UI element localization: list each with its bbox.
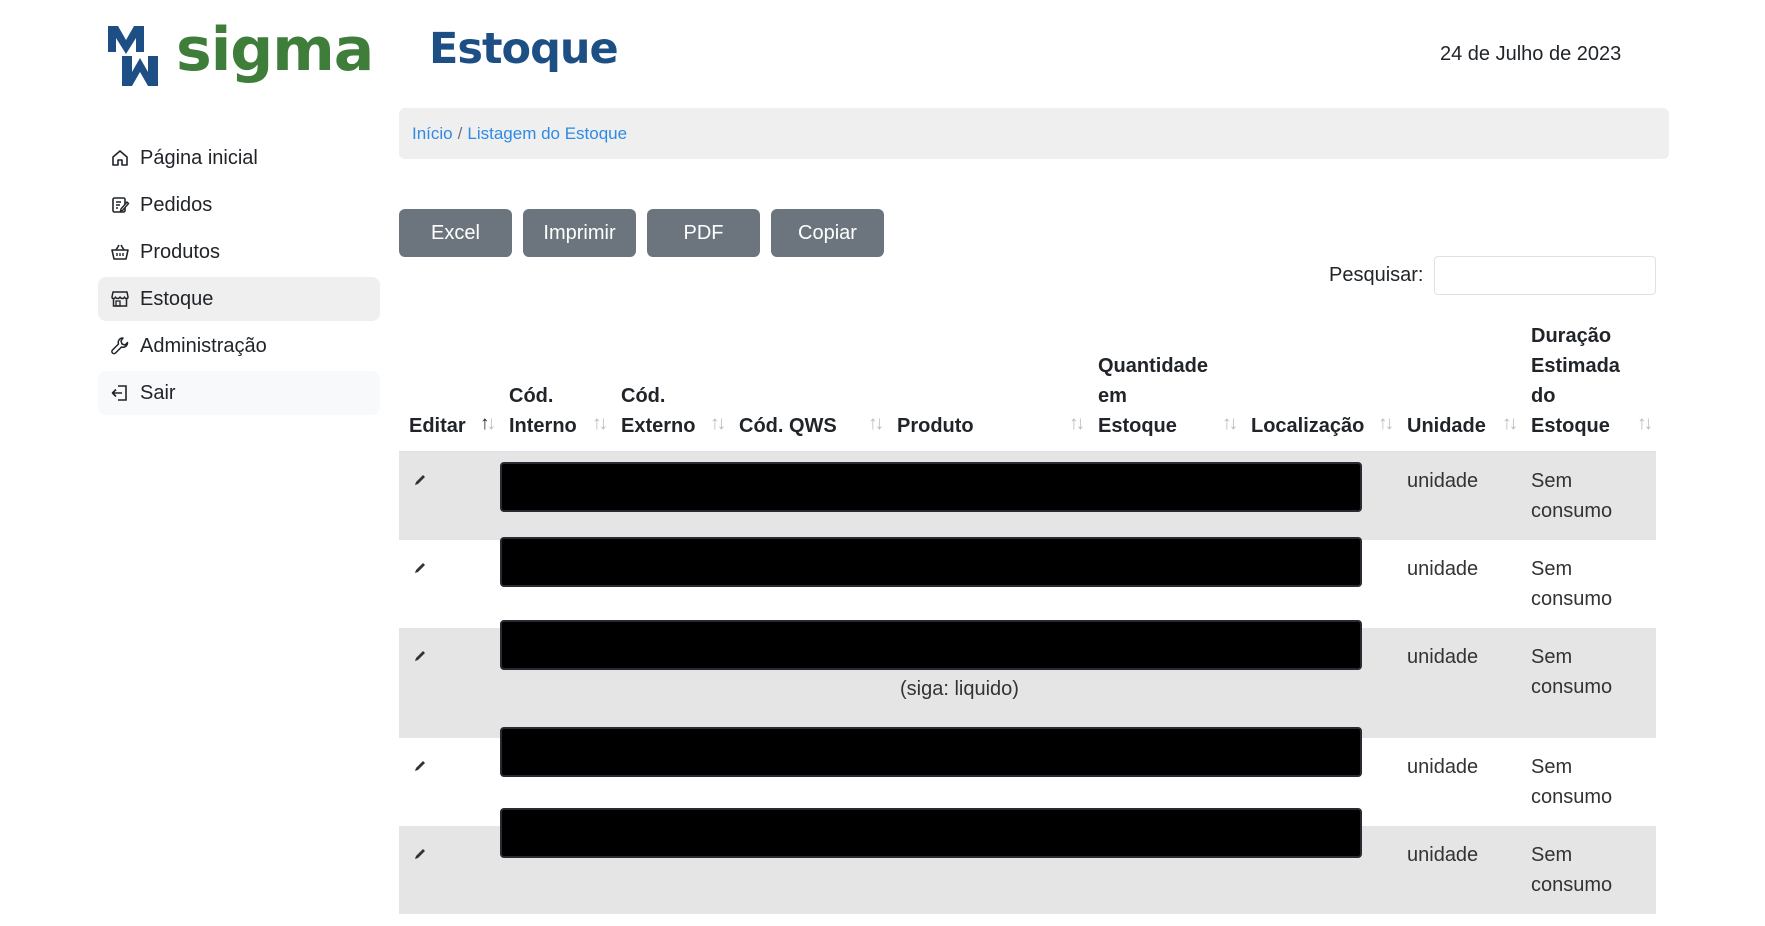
excel-button[interactable]: Excel [399, 209, 512, 257]
pdf-button[interactable]: PDF [647, 209, 760, 257]
pencil-icon[interactable] [413, 554, 429, 573]
redaction-bar [500, 537, 1362, 587]
sidebar-item-orders[interactable]: Pedidos [98, 183, 380, 227]
sort-icon: ↑↓ [1637, 413, 1653, 434]
breadcrumb: Início / Listagem do Estoque [399, 108, 1669, 159]
sort-icon: ↑↓ [710, 413, 726, 434]
logo-mark-icon [108, 26, 158, 86]
logo-wordmark: sigma [176, 15, 374, 85]
sidebar-item-stock[interactable]: Estoque [98, 277, 380, 321]
edit-cell [399, 628, 499, 738]
redaction-bar [500, 462, 1362, 512]
copy-button[interactable]: Copiar [771, 209, 884, 257]
sort-icon: ↑↓ [592, 413, 608, 434]
edit-cell [399, 451, 499, 540]
search-input[interactable] [1433, 256, 1656, 295]
shop-icon [110, 289, 130, 309]
logout-icon [110, 383, 130, 403]
column-header-duration[interactable]: Duração Estimada do Estoque ↑↓ [1521, 313, 1656, 452]
duration-cell: Sem consumo [1521, 738, 1656, 826]
column-header-qws-code[interactable]: Cód. QWS ↑↓ [729, 313, 887, 452]
sidebar-item-home[interactable]: Página inicial [98, 136, 380, 180]
table-header-row: Editar ↑↓ Cód. Interno ↑↓ Cód. Externo ↑↓ Cód… [399, 313, 1656, 452]
sort-icon: ↑↓ [1502, 413, 1518, 434]
pencil-icon[interactable] [413, 840, 429, 859]
redaction-bar [500, 620, 1362, 670]
unit-cell: unidade [1397, 738, 1521, 826]
edit-cell [399, 738, 499, 826]
sidebar-item-logout[interactable]: Sair [98, 371, 380, 415]
column-header-internal-code[interactable]: Cód. Interno ↑↓ [499, 313, 611, 452]
home-icon [110, 148, 130, 168]
edit-note-icon [110, 195, 130, 215]
sidebar-item-label: Estoque [140, 287, 214, 310]
product-note: (siga: liquido) [900, 678, 1019, 700]
redaction-bar [500, 727, 1362, 777]
pencil-icon[interactable] [413, 752, 429, 771]
export-toolbar: Excel Imprimir PDF Copiar [399, 209, 895, 257]
duration-cell: Sem consumo [1521, 451, 1656, 540]
column-header-quantity[interactable]: Quantidade em Estoque ↑↓ [1088, 313, 1241, 452]
column-header-external-code[interactable]: Cód. Externo ↑↓ [611, 313, 729, 452]
duration-cell: Sem consumo [1521, 826, 1656, 914]
search-box: Pesquisar: [1329, 256, 1656, 295]
current-date: 24 de Julho de 2023 [1440, 43, 1622, 65]
sort-icon: ↑↓ [868, 413, 884, 434]
unit-cell: unidade [1397, 628, 1521, 738]
sidebar-item-admin[interactable]: Administração [98, 324, 380, 368]
sidebar-item-label: Página inicial [140, 146, 258, 169]
sidebar-item-products[interactable]: Produtos [98, 230, 380, 274]
sidebar-item-label: Pedidos [140, 193, 213, 216]
edit-cell [399, 826, 499, 914]
column-header-location[interactable]: Localização ↑↓ [1241, 313, 1397, 452]
redaction-bar [500, 808, 1362, 858]
duration-cell: Sem consumo [1521, 628, 1656, 738]
sidebar-item-label: Administração [140, 334, 267, 357]
breadcrumb-home-link[interactable]: Início [412, 124, 453, 144]
breadcrumb-separator: / [457, 123, 463, 143]
duration-cell: Sem consumo [1521, 540, 1656, 628]
sort-icon: ↑↓ [1069, 413, 1085, 434]
unit-cell: unidade [1397, 826, 1521, 914]
page-title: Estoque [429, 24, 619, 74]
sidebar-item-label: Sair [140, 381, 176, 404]
column-header-product[interactable]: Produto ↑↓ [887, 313, 1088, 452]
brand-logo[interactable]: sigma [106, 20, 376, 90]
column-header-edit[interactable]: Editar ↑↓ [399, 313, 499, 452]
pencil-icon[interactable] [413, 642, 429, 661]
sort-icon: ↑↓ [1222, 413, 1238, 434]
print-button[interactable]: Imprimir [523, 209, 636, 257]
search-label: Pesquisar: [1329, 264, 1424, 286]
breadcrumb-current-link[interactable]: Listagem do Estoque [467, 124, 627, 144]
pencil-icon[interactable] [413, 466, 429, 485]
basket-icon [110, 242, 130, 262]
sidebar: Página inicial Pedidos Produtos Estoque … [98, 136, 380, 418]
sort-icon: ↑↓ [1378, 413, 1394, 434]
column-header-unit[interactable]: Unidade ↑↓ [1397, 313, 1521, 452]
wrench-icon [110, 336, 130, 356]
sidebar-item-label: Produtos [140, 240, 221, 263]
unit-cell: unidade [1397, 540, 1521, 628]
sort-icon: ↑↓ [480, 413, 496, 434]
unit-cell: unidade [1397, 451, 1521, 540]
edit-cell [399, 540, 499, 628]
